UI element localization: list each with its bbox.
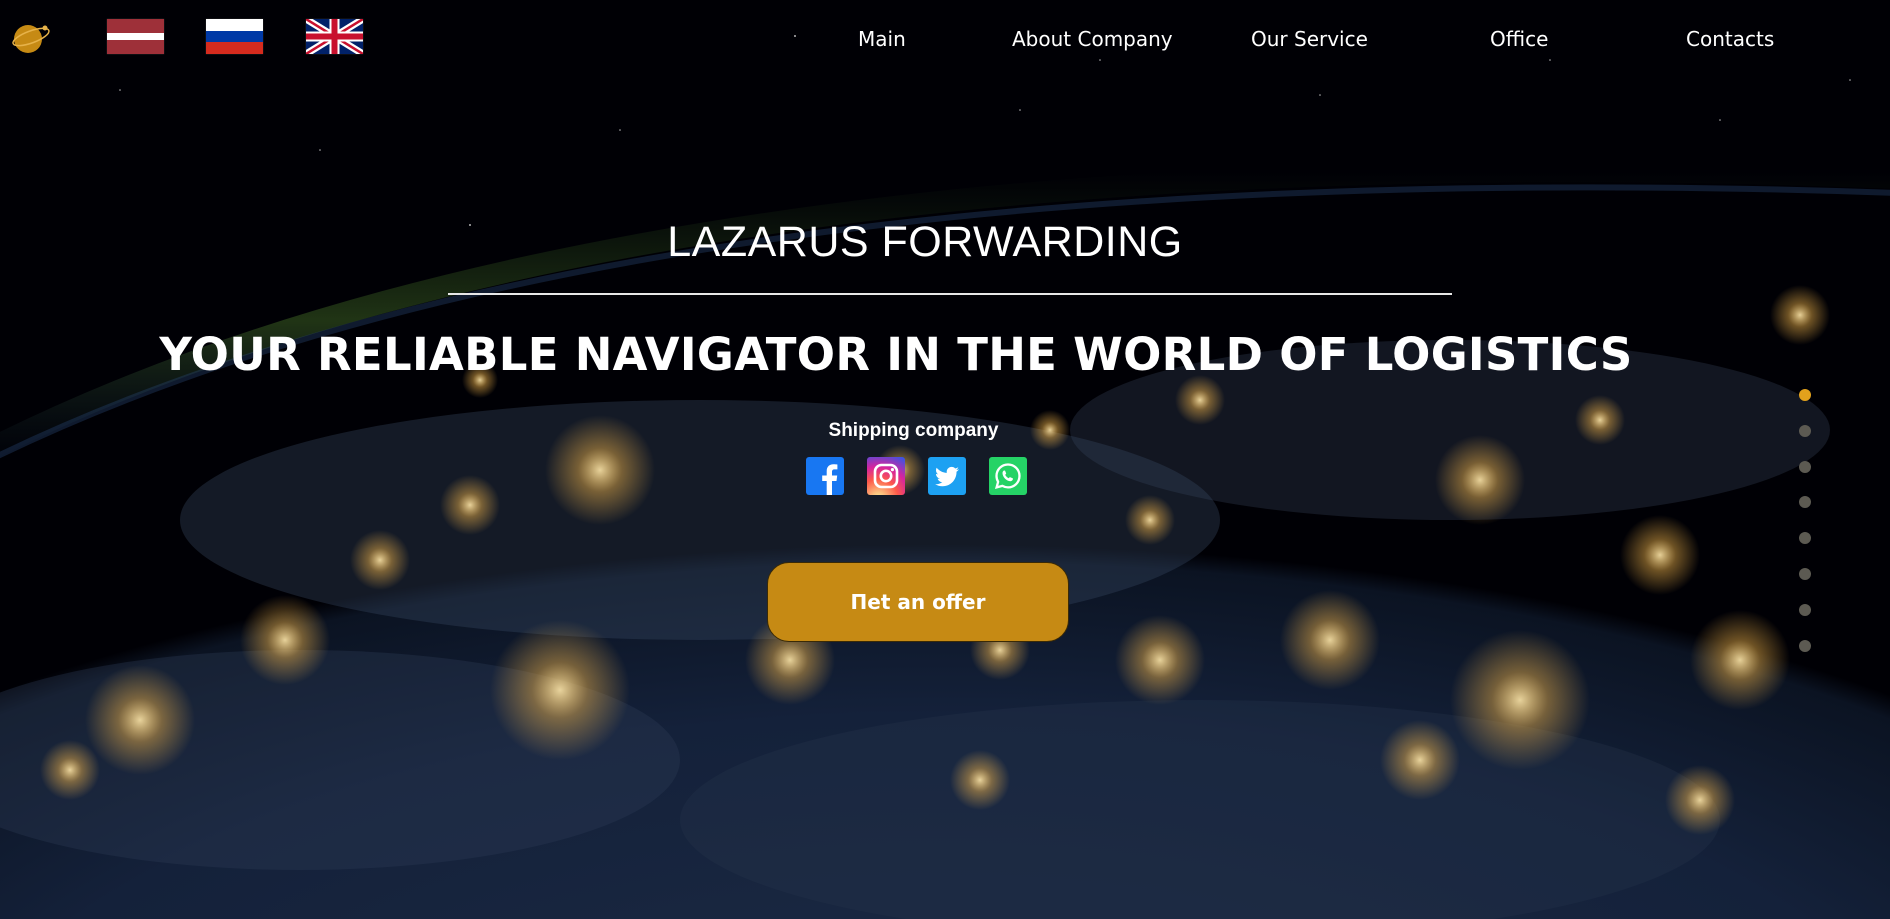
nav-item-main[interactable]: Main (858, 27, 906, 51)
title-divider (448, 293, 1452, 295)
main-navigation: Main About Company Our Service Office Co… (0, 27, 1890, 57)
slider-dot[interactable] (1799, 568, 1811, 580)
nav-item-about-company[interactable]: About Company (1012, 27, 1173, 51)
nav-item-our-service[interactable]: Our Service (1251, 27, 1368, 51)
hero-headline: YOUR RELIABLE NAVIGATOR IN THE WORLD OF … (159, 328, 1633, 381)
whatsapp-link[interactable] (989, 457, 1027, 495)
slider-dot[interactable] (1799, 389, 1811, 401)
facebook-link[interactable] (806, 457, 844, 495)
nav-item-contacts[interactable]: Contacts (1686, 27, 1774, 51)
twitter-link[interactable] (928, 457, 966, 495)
slider-dot[interactable] (1799, 424, 1811, 437)
whatsapp-icon (994, 463, 1021, 490)
slider-dot[interactable] (1799, 460, 1811, 473)
get-offer-button[interactable]: Пet an offer (767, 562, 1069, 642)
instagram-link[interactable] (867, 457, 905, 495)
instagram-icon (873, 463, 899, 489)
brand-title: LAZARUS FORWARDING (667, 218, 1183, 266)
page: Main About Company Our Service Office Co… (0, 0, 1890, 919)
twitter-icon (935, 466, 959, 487)
hero-subtitle: Shipping company (828, 420, 999, 441)
slider-dot[interactable] (1799, 639, 1811, 652)
slider-dot[interactable] (1799, 603, 1811, 616)
nav-item-office[interactable]: Office (1490, 27, 1548, 51)
facebook-icon (822, 464, 838, 495)
